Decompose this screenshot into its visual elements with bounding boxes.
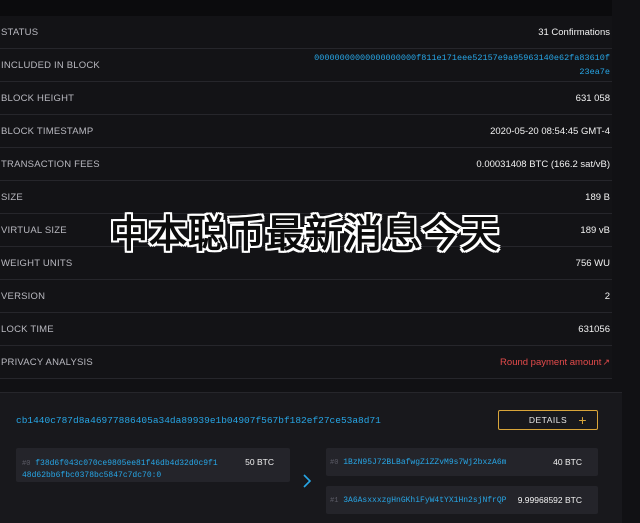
top-bar [0,0,612,16]
details-button[interactable]: DETAILS + [498,410,598,430]
output-index: #1 [330,497,339,505]
input-item: #0 f38d6f043c070ce9805ee81f46db4d32d0c9f… [16,448,290,482]
row-block-height: BLOCK HEIGHT 631 058 [0,82,612,115]
transaction-fees-value: 0.00031408 BTC (166.2 sat/vB) [476,158,610,170]
row-weight-units: WEIGHT UNITS 756 WU [0,247,612,280]
block-hash-link[interactable]: 00000000000000000000f811e171eee52157e9a9… [310,51,612,79]
output-amount: 40 BTC [553,457,582,467]
lock-time-value: 631056 [578,323,610,335]
details-button-label: DETAILS [528,415,568,425]
input-amount: 50 BTC [245,457,274,467]
transaction-flow-panel: cb1440c787d8a46977886405a34da89939e1b049… [0,392,622,523]
size-value: 189 B [585,191,610,203]
output-address-link[interactable]: 1BzN95J72BLBafwgZiZZvM9s7Wj2bxzA6m [343,458,506,467]
row-label: WEIGHT UNITS [1,257,73,269]
row-privacy-analysis: PRIVACY ANALYSIS Round payment amount↗ [0,346,612,379]
row-label: TRANSACTION FEES [1,158,100,170]
chevron-right-icon [300,472,314,490]
row-included-in-block: INCLUDED IN BLOCK 00000000000000000000f8… [0,49,612,82]
output-item: #1 3A6AsxxxzgHnGKhiFyW4tYX1Hn2sjNfrQP 9.… [326,486,598,514]
privacy-analysis-value: Round payment amount [500,356,602,368]
block-height-value: 631 058 [575,92,610,104]
version-value: 2 [604,290,610,302]
input-outpoint-link[interactable]: f38d6f043c070ce9805ee81f46db4d32d0c9f148… [22,459,218,480]
input-line: #0 f38d6f043c070ce9805ee81f46db4d32d0c9f… [22,458,222,481]
row-version: VERSION 2 [0,280,612,313]
input-index: #0 [22,460,31,468]
transaction-details-table: STATUS 31 Confirmations INCLUDED IN BLOC… [0,16,612,379]
row-status: STATUS 31 Confirmations [0,16,612,49]
row-label: SIZE [1,191,23,203]
row-transaction-fees: TRANSACTION FEES 0.00031408 BTC (166.2 s… [0,148,612,181]
row-label: BLOCK TIMESTAMP [1,125,94,137]
row-block-timestamp: BLOCK TIMESTAMP 2020-05-20 08:54:45 GMT-… [0,115,612,148]
weight-units-value: 756 WU [575,257,610,269]
status-value: 31 Confirmations [538,26,610,38]
output-item: #0 1BzN95J72BLBafwgZiZZvM9s7Wj2bxzA6m 40… [326,448,598,476]
row-label: STATUS [1,26,39,38]
output-address-link[interactable]: 3A6AsxxxzgHnGKhiFyW4tYX1Hn2sjNfrQP [343,496,506,505]
privacy-warning[interactable]: Round payment amount↗ [500,357,612,368]
transaction-hash-link[interactable]: cb1440c787d8a46977886405a34da89939e1b049… [16,415,381,426]
row-label: BLOCK HEIGHT [1,92,75,104]
row-virtual-size: VIRTUAL SIZE 189 vB [0,214,612,247]
row-label: VERSION [1,290,46,302]
output-amount: 9.99968592 BTC [517,495,582,505]
output-line: #1 3A6AsxxxzgHnGKhiFyW4tYX1Hn2sjNfrQP [330,496,506,505]
virtual-size-value: 189 vB [580,224,610,236]
block-timestamp-value: 2020-05-20 08:54:45 GMT-4 [490,125,610,137]
row-label: LOCK TIME [1,323,54,335]
row-label: VIRTUAL SIZE [1,224,67,236]
external-link-icon: ↗ [602,356,610,367]
row-size: SIZE 189 B [0,181,612,214]
plus-icon: + [578,412,587,428]
row-label: PRIVACY ANALYSIS [1,356,93,368]
row-label: INCLUDED IN BLOCK [1,59,100,71]
output-line: #0 1BzN95J72BLBafwgZiZZvM9s7Wj2bxzA6m [330,458,506,467]
output-index: #0 [330,459,339,467]
row-lock-time: LOCK TIME 631056 [0,313,612,346]
